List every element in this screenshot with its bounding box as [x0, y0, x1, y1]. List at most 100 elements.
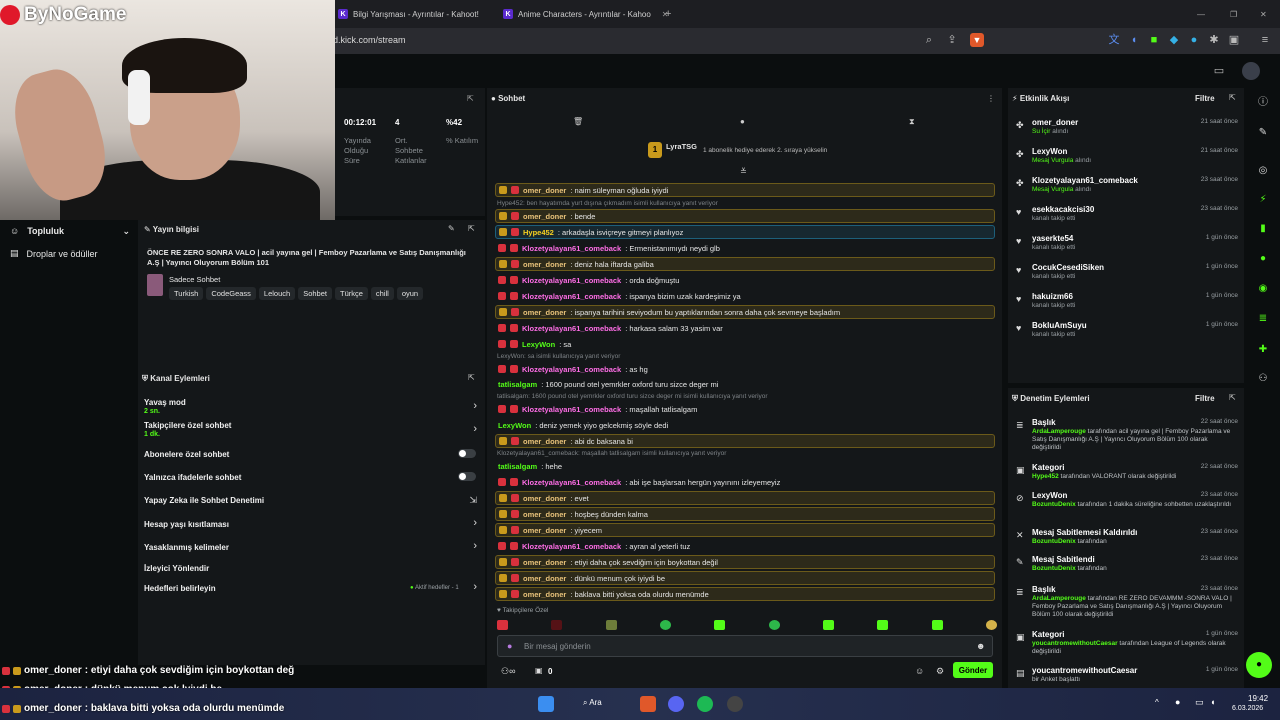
broadcast-icon[interactable]: ◉ — [1254, 280, 1272, 298]
microphone-icon[interactable]: ● — [1175, 697, 1180, 707]
popout-icon[interactable]: ⇱ — [468, 373, 475, 382]
microphone-icon[interactable]: ● — [507, 641, 512, 651]
menu-icon[interactable]: ≡ — [1258, 33, 1272, 47]
event-user[interactable]: BokluAmSuyu — [1032, 321, 1087, 330]
edit-icon[interactable]: ✎ — [448, 224, 455, 233]
chat-message[interactable]: LexyWon: sa — [495, 337, 995, 351]
more-options-icon[interactable]: ⋮ — [987, 94, 995, 103]
chat-username[interactable]: Klozetyalayan61_comeback — [522, 478, 621, 487]
kick-extension-icon[interactable]: ■ — [1147, 33, 1161, 47]
sidebar-item-community[interactable]: ☺ Topluluk ⌄ — [10, 226, 130, 237]
stream-tag[interactable]: CodeGeass — [206, 287, 256, 300]
maximize-icon[interactable]: ❐ — [1230, 5, 1237, 23]
chevron-down-icon[interactable]: ⌄ — [122, 226, 130, 237]
taskbar-search[interactable]: ⌕ Ara — [583, 698, 602, 708]
discord-icon[interactable] — [668, 696, 684, 712]
chat-fab-icon[interactable]: ● — [1246, 652, 1272, 678]
emote-icon[interactable] — [877, 620, 889, 630]
activity-event[interactable]: ♥ yaserkte54 kanalı takip etti 1 gün önce — [1016, 234, 1238, 256]
activity-event[interactable]: ✤ omer_doner Su İçir alındı 21 saat önce — [1016, 118, 1238, 140]
close-window-icon[interactable]: ✕ — [1260, 5, 1267, 23]
emote-picker-icon[interactable]: ☺ — [915, 666, 924, 676]
new-tab-button[interactable]: + — [665, 5, 671, 23]
url-field[interactable]: d.kick.com/stream — [333, 35, 406, 45]
chat-message[interactable]: omer_doner: ispanya tarihini seviyodum b… — [495, 305, 995, 319]
list-icon[interactable]: ≣ — [1254, 310, 1272, 328]
chat-username[interactable]: omer_doner — [523, 308, 566, 317]
points-icon[interactable]: ▣ — [535, 666, 543, 675]
activity-event[interactable]: ♥ esekkacakcisi30 kanalı takip etti 23 saat… — [1016, 205, 1238, 227]
brave-shield-icon[interactable]: ▼ — [970, 33, 984, 47]
stream-tag[interactable]: oyun — [396, 287, 424, 300]
chat-username[interactable]: Hype452 — [523, 228, 554, 237]
emoji-icon[interactable]: ☻ — [976, 641, 985, 651]
event-user[interactable]: hakuizm66 — [1032, 292, 1073, 301]
browser-tab-anime-characters[interactable]: K Anime Characters - Ayrıntılar - Kahoo … — [503, 5, 669, 23]
chat-message[interactable]: omer_doner: etiyi daha çok sevdiğim için… — [495, 555, 995, 569]
emote-icon[interactable] — [659, 620, 671, 630]
chat-bubble-icon[interactable]: ● — [740, 117, 745, 126]
bolt-icon[interactable]: ⚡ — [1254, 191, 1272, 209]
chevron-right-icon[interactable]: › — [473, 540, 477, 552]
chat-username[interactable]: tatlisalgam — [498, 380, 537, 389]
pencil-icon[interactable]: ✎ — [1254, 124, 1272, 142]
activity-filter-button[interactable]: Filtre — [1195, 94, 1215, 103]
send-button[interactable]: Gönder — [953, 662, 993, 678]
banned-words-setting[interactable]: Yasaklanmış kelimeler — [144, 543, 229, 552]
chat-message[interactable]: Klozetyalayan61_comeback: harkasa salam … — [495, 321, 995, 335]
sidebar-item-drops[interactable]: ▤ Droplar ve ödüller — [10, 248, 98, 259]
chat-username[interactable]: Klozetyalayan61_comeback — [522, 365, 621, 374]
chat-message[interactable]: Klozetyalayan61_comeback: ayran al yeter… — [495, 539, 995, 553]
chat-message[interactable]: omer_doner: baklava bitti yoksa oda olur… — [495, 587, 995, 601]
chat-message[interactable]: omer_doner: naim süleyman oğluda iyiydi — [495, 183, 995, 197]
brave-icon[interactable] — [640, 696, 656, 712]
event-user[interactable]: LexyWon — [1032, 147, 1067, 156]
zoom-icon[interactable]: ⌕ — [922, 33, 936, 47]
chat-username[interactable]: omer_doner — [523, 494, 566, 503]
users-icon[interactable]: ⚇ — [1254, 370, 1272, 388]
translate-icon[interactable]: 文 — [1107, 33, 1121, 47]
chat-message[interactable]: omer_doner: dünkü menum çok iyiydi be — [495, 571, 995, 585]
emote-icon[interactable] — [714, 620, 726, 630]
chat-username[interactable]: omer_doner — [523, 437, 566, 446]
slow-mode-setting[interactable]: Yavaş mod 2 sn. — [144, 398, 186, 415]
chat-username[interactable]: omer_doner — [523, 260, 566, 269]
chevron-right-icon[interactable]: › — [473, 400, 477, 412]
account-age-setting[interactable]: Hesap yaşı kısıtlaması — [144, 520, 229, 529]
leaderboard-user[interactable]: LyraTSG — [666, 142, 697, 151]
chat-message[interactable]: Hype452: arkadaşla isviçreye gitmeyi pla… — [495, 225, 995, 239]
settings-gear-icon[interactable]: ⚙ — [936, 666, 944, 677]
chat-username[interactable]: omer_doner — [523, 574, 566, 583]
emote-icon[interactable] — [985, 620, 997, 630]
emote-icon[interactable] — [551, 620, 563, 630]
activity-event[interactable]: ♥ hakuizm66 kanalı takip etti 1 gün önce — [1016, 292, 1238, 314]
chat-message[interactable]: Klozetyalayan61_comeback: abi işe başlar… — [495, 475, 995, 489]
chat-users-icon[interactable]: ⚇∞ — [501, 666, 515, 677]
network-icon[interactable]: ▭ — [1195, 697, 1204, 708]
chat-message[interactable]: Klozetyalayan61_comeback: maşallah tatli… — [495, 402, 995, 416]
emote-icon[interactable] — [605, 620, 617, 630]
event-user[interactable]: esekkacakcisi30 — [1032, 205, 1094, 214]
stream-tag[interactable]: Turkish — [169, 287, 204, 300]
chat-message[interactable]: omer_doner: hoşbeş dünden kalma — [495, 507, 995, 521]
spotify-icon[interactable] — [697, 696, 713, 712]
activity-event[interactable]: ✤ LexyWon Mesaj Vurgula alındı 21 saat önce — [1016, 147, 1238, 169]
chat-username[interactable]: omer_doner — [523, 212, 566, 221]
event-user[interactable]: Klozetyalayan61_comeback — [1032, 176, 1138, 185]
emote-icon[interactable] — [822, 620, 834, 630]
emote-only-toggle[interactable] — [458, 472, 476, 481]
expand-icon[interactable]: ≚ — [740, 167, 747, 176]
chat-username[interactable]: omer_doner — [523, 558, 566, 567]
info-icon[interactable]: ⓘ — [1254, 94, 1272, 112]
volume-icon[interactable]: ◖ — [1210, 697, 1215, 707]
event-user[interactable]: omer_doner — [1032, 118, 1078, 127]
chat-username[interactable]: Klozetyalayan61_comeback — [522, 244, 621, 253]
chat-message[interactable]: omer_doner: bende — [495, 209, 995, 223]
user-avatar[interactable] — [1242, 62, 1260, 80]
clock-date[interactable]: 6.03.2026 — [1232, 705, 1263, 712]
stream-category[interactable]: Sadece Sohbet — [169, 275, 220, 284]
chat-username[interactable]: Klozetyalayan61_comeback — [522, 292, 621, 301]
chat-message[interactable]: omer_doner: evet — [495, 491, 995, 505]
activity-event[interactable]: ♥ BokluAmSuyu kanalı takip etti 1 gün önce — [1016, 321, 1238, 343]
chat-message[interactable]: Klozetyalayan61_comeback: ispanya bizim … — [495, 289, 995, 303]
